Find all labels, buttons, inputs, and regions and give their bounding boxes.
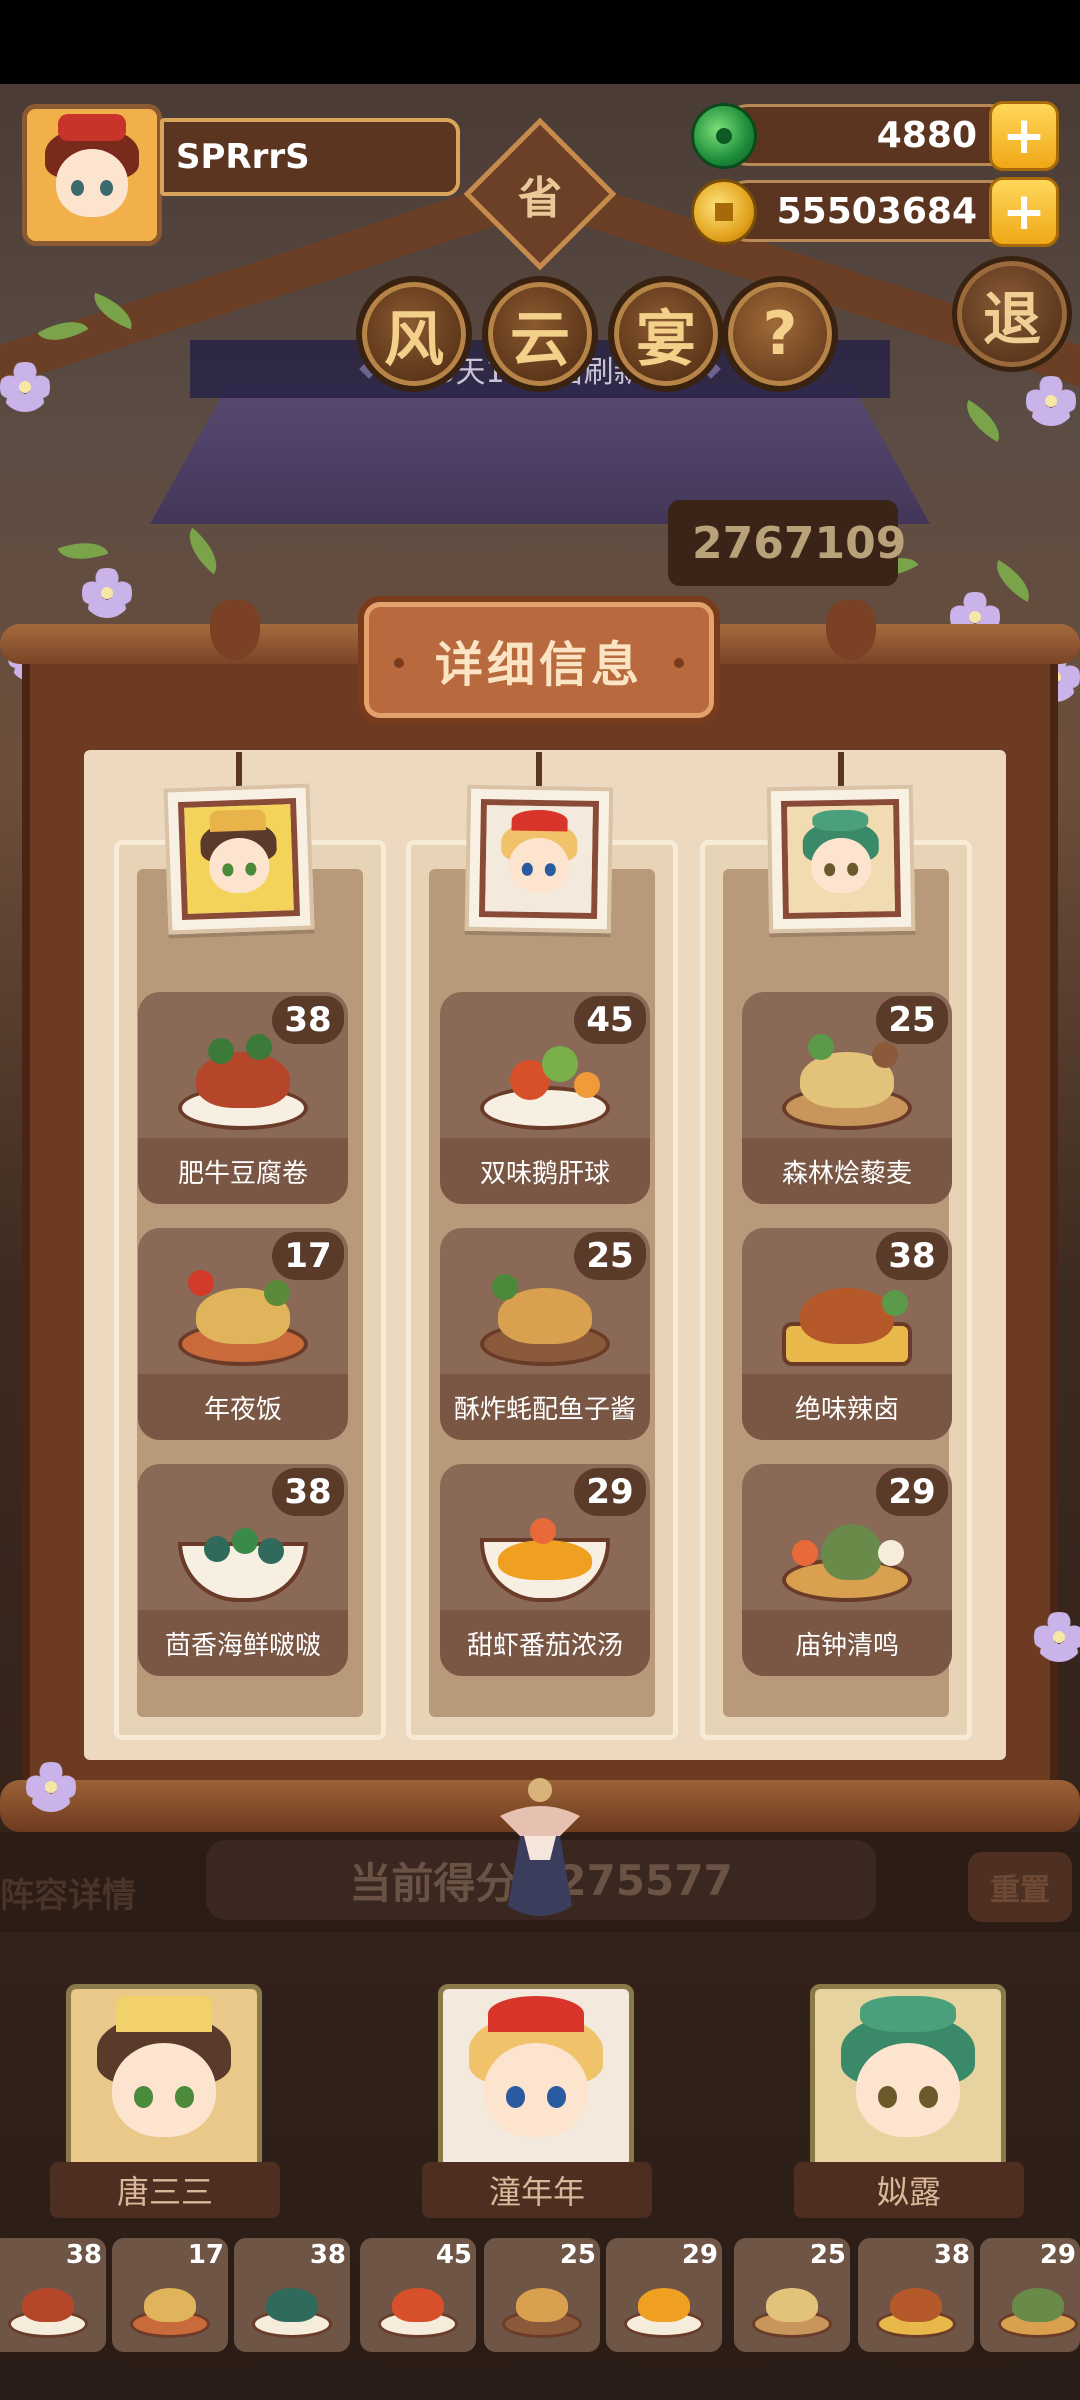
coin-amount: 55503684 — [776, 190, 977, 232]
mini-dish[interactable]: 29 — [980, 2238, 1080, 2352]
mini-dish-level: 38 — [309, 2240, 346, 2270]
chef-photo-3[interactable] — [766, 784, 916, 934]
mini-dish-level: 25 — [559, 2240, 596, 2270]
top-score-value: 2767109 — [692, 517, 907, 569]
jade-amount: 4880 — [876, 114, 977, 156]
exit-button[interactable]: 退 — [952, 256, 1072, 372]
title-char-1: 风 — [356, 276, 472, 392]
mini-dish[interactable]: 38 — [0, 2238, 106, 2352]
mini-dish-level: 17 — [187, 2240, 224, 2270]
mini-dish-level: 25 — [809, 2240, 846, 2270]
dish-level-badge: 25 — [876, 996, 948, 1044]
title-char-2: 云 — [482, 276, 598, 392]
hero-card-2[interactable] — [438, 1984, 634, 2174]
chef-photo-2[interactable] — [464, 784, 614, 934]
mini-dish[interactable]: 25 — [484, 2238, 600, 2352]
mini-dish[interactable]: 38 — [234, 2238, 350, 2352]
mini-dish-level: 29 — [681, 2240, 718, 2270]
flower-icon — [26, 1762, 76, 1812]
mini-dish[interactable]: 45 — [360, 2238, 476, 2352]
dish-level-badge: 38 — [876, 1232, 948, 1280]
dish-card[interactable]: 25 酥炸蚝配鱼子酱 — [440, 1228, 650, 1440]
player-name-plate: SPRrrS — [160, 118, 460, 196]
province-label: 省 — [518, 173, 562, 224]
mini-dish[interactable]: 17 — [112, 2238, 228, 2352]
mini-dish[interactable]: 38 — [858, 2238, 974, 2352]
mini-dish-level: 29 — [1039, 2240, 1076, 2270]
player-avatar[interactable] — [22, 104, 162, 246]
knot-ornament-icon — [210, 600, 260, 660]
jade-icon — [691, 103, 757, 169]
dish-level-badge: 38 — [272, 996, 344, 1044]
dish-level-badge: 38 — [272, 1468, 344, 1516]
dish-level-badge: 29 — [876, 1468, 948, 1516]
mini-dish-level: 38 — [933, 2240, 970, 2270]
lineup-dish-row: 38 17 38 45 25 29 25 38 29 — [0, 2238, 1080, 2358]
dish-card[interactable]: 17 年夜饭 — [138, 1228, 348, 1440]
hero-card-3[interactable] — [810, 1984, 1006, 2174]
mini-dish[interactable]: 29 — [606, 2238, 722, 2352]
dish-name: 庙钟清鸣 — [742, 1610, 952, 1676]
panel-title: 详细信息 — [358, 596, 720, 724]
dish-name: 酥炸蚝配鱼子酱 — [440, 1374, 650, 1440]
flower-icon — [0, 362, 50, 412]
flower-icon — [82, 568, 132, 618]
dish-name: 绝味辣卤 — [742, 1374, 952, 1440]
flower-icon — [1026, 376, 1076, 426]
dish-level-badge: 17 — [272, 1232, 344, 1280]
dish-name: 甜虾番茄浓汤 — [440, 1610, 650, 1676]
title-char-3: 宴 — [608, 276, 724, 392]
dish-name: 茴香海鲜啵啵 — [138, 1610, 348, 1676]
dish-card[interactable]: 38 茴香海鲜啵啵 — [138, 1464, 348, 1676]
dish-card[interactable]: 29 庙钟清鸣 — [742, 1464, 952, 1676]
hero-name-1: 唐三三 — [50, 2162, 280, 2218]
dish-name: 森林烩藜麦 — [742, 1138, 952, 1204]
hero-card-1[interactable] — [66, 1984, 262, 2174]
dish-card[interactable]: 29 甜虾番茄浓汤 — [440, 1464, 650, 1676]
dish-card[interactable]: 45 双味鹅肝球 — [440, 992, 650, 1204]
help-button[interactable]: ? — [722, 276, 838, 392]
dish-name: 双味鹅肝球 — [440, 1138, 650, 1204]
reset-button[interactable]: 重置 — [968, 1852, 1072, 1922]
dish-card[interactable]: 38 肥牛豆腐卷 — [138, 992, 348, 1204]
mini-dish[interactable]: 25 — [734, 2238, 850, 2352]
top-score-plate: 2767109 — [668, 500, 906, 586]
coin-counter: 55503684 + — [691, 177, 1059, 247]
dish-name: 年夜饭 — [138, 1374, 348, 1440]
lineup-details-link[interactable]: 阵容详情 — [0, 1868, 136, 1917]
hero-name-3: 姒露 — [794, 2162, 1024, 2218]
flower-icon — [1034, 1612, 1080, 1662]
jade-counter: 4880 + — [691, 101, 1059, 171]
dish-card[interactable]: 25 森林烩藜麦 — [742, 992, 952, 1204]
dish-level-badge: 45 — [574, 996, 646, 1044]
hero-name-2: 潼年年 — [422, 2162, 652, 2218]
add-coins-button[interactable]: + — [989, 177, 1059, 247]
knot-ornament-icon — [826, 600, 876, 660]
dish-level-badge: 29 — [574, 1468, 646, 1516]
coin-icon — [691, 179, 757, 245]
mini-dish-level: 38 — [65, 2240, 102, 2270]
tassel-ornament-icon — [500, 1778, 580, 1916]
add-jade-button[interactable]: + — [989, 101, 1059, 171]
chef-photo-1[interactable] — [163, 783, 315, 935]
dish-card[interactable]: 38 绝味辣卤 — [742, 1228, 952, 1440]
dish-name: 肥牛豆腐卷 — [138, 1138, 348, 1204]
player-name: SPRrrS — [176, 137, 310, 177]
dish-level-badge: 25 — [574, 1232, 646, 1280]
mini-dish-level: 45 — [435, 2240, 472, 2270]
